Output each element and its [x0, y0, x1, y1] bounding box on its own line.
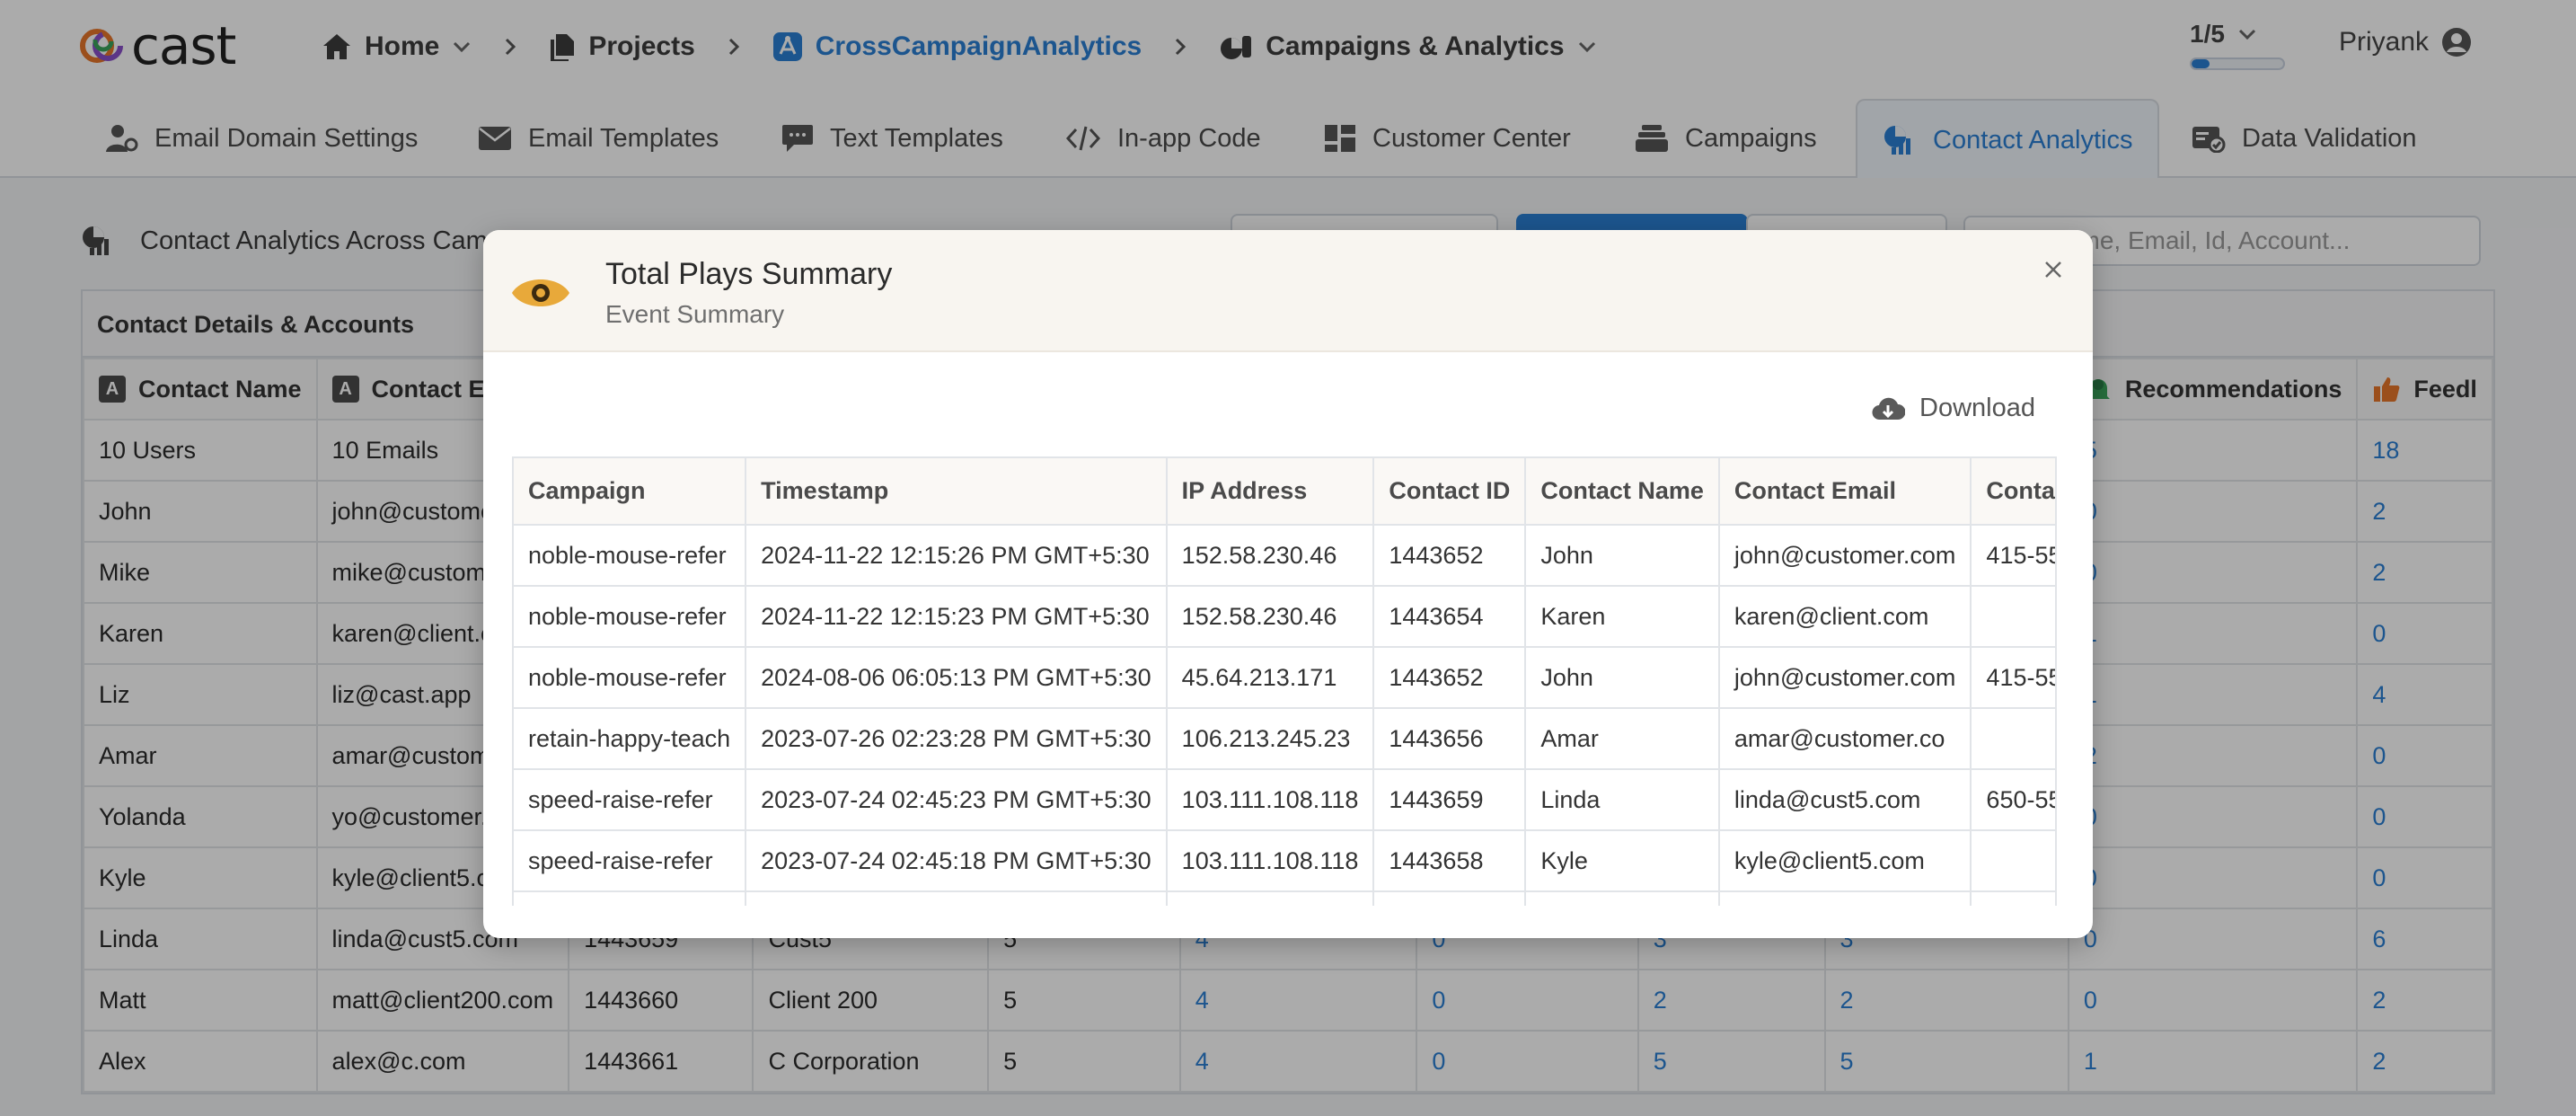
table-cell: John	[1524, 524, 1720, 587]
table-cell: Karen	[1524, 585, 1720, 648]
table-cell: noble-mouse-refer	[514, 585, 747, 648]
table-cell: speed-raise-refer	[514, 829, 747, 892]
table-cell	[1970, 707, 2055, 770]
table-cell: 103.111.108.118	[1165, 768, 1375, 831]
table-cell: 2023-07-26 02:23:28 PM GMT+5:30	[745, 707, 1168, 770]
table-cell: 415-555-121:	[1970, 524, 2055, 587]
table-cell	[514, 890, 747, 906]
table-cell: Kyle	[1524, 829, 1720, 892]
column-header[interactable]: IP Address	[1165, 458, 1375, 526]
table-cell: 1443652	[1372, 646, 1527, 709]
table-cell: 45.64.213.171	[1165, 646, 1375, 709]
table-cell	[745, 890, 1168, 906]
table-cell: 2024-11-22 12:15:26 PM GMT+5:30	[745, 524, 1168, 587]
column-header[interactable]: Contact ID	[1372, 458, 1527, 526]
modal-title: Total Plays Summary	[605, 257, 893, 291]
table-cell: kyle@client5.com	[1717, 829, 1972, 892]
table-row: noble-mouse-refer 2024-08-06 06:05:13 PM …	[514, 646, 2055, 709]
table-cell: 1443659	[1372, 768, 1527, 831]
table-row	[514, 890, 2055, 906]
events-table: Campaign Timestamp IP Address Contact ID Con…	[514, 458, 2055, 906]
table-cell: 1443652	[1372, 524, 1527, 587]
column-header[interactable]: Timestamp	[745, 458, 1168, 526]
cloud-download-icon	[1872, 397, 1906, 420]
table-cell: amar@customer.co	[1717, 707, 1972, 770]
table-cell: Linda	[1524, 768, 1720, 831]
close-icon	[2045, 261, 2061, 278]
table-cell: 2024-08-06 06:05:13 PM GMT+5:30	[745, 646, 1168, 709]
events-table-body: noble-mouse-refer 2024-11-22 12:15:26 PM …	[514, 524, 2055, 906]
table-row: speed-raise-refer 2023-07-24 02:45:23 PM …	[514, 768, 2055, 831]
table-cell: 1443654	[1372, 585, 1527, 648]
table-cell	[1970, 585, 2055, 648]
download-button[interactable]: Download	[1871, 394, 2035, 423]
table-cell: 415-555-121:	[1970, 646, 2055, 709]
table-cell: 1443658	[1372, 829, 1527, 892]
table-cell	[1524, 890, 1720, 906]
table-cell: retain-happy-teach	[514, 707, 747, 770]
table-header-row: Campaign Timestamp IP Address Contact ID Con…	[514, 458, 2055, 526]
table-cell: 2023-07-24 02:45:23 PM GMT+5:30	[745, 768, 1168, 831]
table-cell: 152.58.230.46	[1165, 585, 1375, 648]
column-header[interactable]: Contact Email	[1717, 458, 1972, 526]
eye-icon	[512, 279, 569, 306]
modal-subtitle: Event Summary	[605, 300, 785, 328]
table-cell: 2024-11-22 12:15:23 PM GMT+5:30	[745, 585, 1168, 648]
column-header[interactable]: Campaign	[514, 458, 747, 526]
column-header[interactable]: Contact Pho	[1970, 458, 2055, 526]
table-cell: 2023-07-24 02:45:18 PM GMT+5:30	[745, 829, 1168, 892]
table-cell: noble-mouse-refer	[514, 524, 747, 587]
table-cell: 103.111.108.118	[1165, 829, 1375, 892]
table-cell: noble-mouse-refer	[514, 646, 747, 709]
table-cell: speed-raise-refer	[514, 768, 747, 831]
table-cell	[1717, 890, 1972, 906]
table-cell	[1970, 890, 2055, 906]
total-plays-modal: Total Plays Summary Event Summary Downlo…	[483, 230, 2093, 938]
table-cell: john@customer.com	[1717, 524, 1972, 587]
table-row: retain-happy-teach 2023-07-26 02:23:28 PM…	[514, 707, 2055, 770]
table-cell: 106.213.245.23	[1165, 707, 1375, 770]
table-row: speed-raise-refer 2023-07-24 02:45:18 PM …	[514, 829, 2055, 892]
table-cell	[1165, 890, 1375, 906]
table-cell	[1372, 890, 1527, 906]
table-cell: karen@client.com	[1717, 585, 1972, 648]
table-cell: Amar	[1524, 707, 1720, 770]
table-cell: john@customer.com	[1717, 646, 1972, 709]
table-cell: 650-555-121:	[1970, 768, 2055, 831]
table-cell: 152.58.230.46	[1165, 524, 1375, 587]
table-cell: 1443656	[1372, 707, 1527, 770]
events-table-scroll[interactable]: Campaign Timestamp IP Address Contact ID Con…	[512, 456, 2057, 906]
table-cell: John	[1524, 646, 1720, 709]
table-row: noble-mouse-refer 2024-11-22 12:15:26 PM …	[514, 524, 2055, 587]
download-label: Download	[1919, 394, 2035, 422]
close-button[interactable]	[2035, 252, 2071, 288]
table-cell: linda@cust5.com	[1717, 768, 1972, 831]
modal-header: Total Plays Summary Event Summary	[483, 230, 2093, 352]
table-cell	[1970, 829, 2055, 892]
column-header[interactable]: Contact Name	[1524, 458, 1720, 526]
table-row: noble-mouse-refer 2024-11-22 12:15:23 PM …	[514, 585, 2055, 648]
